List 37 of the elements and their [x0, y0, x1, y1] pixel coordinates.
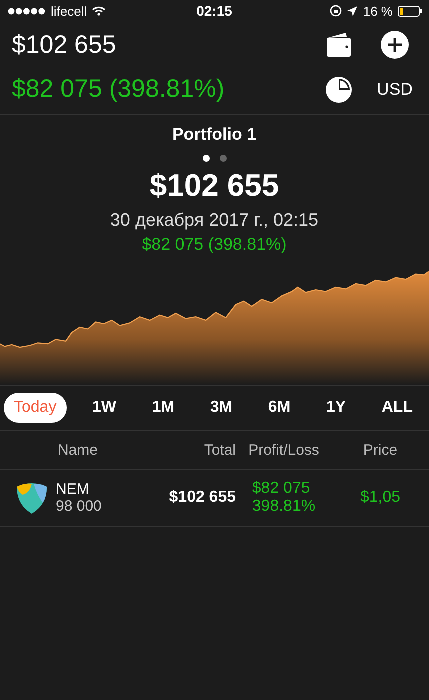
currency-button[interactable]: USD	[377, 80, 413, 100]
profit-amount: $82 075	[252, 480, 312, 498]
carrier-name: lifecell	[51, 4, 88, 18]
wallet-icon[interactable]	[326, 32, 352, 58]
signal-icon	[8, 8, 46, 14]
table-cell: $102 655	[169, 489, 236, 507]
table-cell: $1,05	[360, 489, 401, 507]
battery-icon	[398, 6, 423, 16]
total-value: $102 655	[12, 30, 118, 60]
wifi-icon	[92, 6, 106, 16]
range-tab[interactable]: 1Y	[316, 393, 356, 423]
portfolio-total: $102 655	[150, 168, 280, 204]
portfolio-date: 30 декабря 2017 г., 02:15	[110, 210, 319, 231]
range-tab[interactable]: 1W	[82, 393, 127, 423]
coin-name: NEM	[56, 481, 90, 498]
column-header: Price	[363, 442, 398, 458]
profit-value: $82 075 (398.81%)	[12, 74, 225, 104]
page-dot[interactable]	[202, 155, 210, 162]
pie-chart-icon[interactable]	[325, 76, 353, 104]
coin-icon	[15, 481, 49, 515]
column-header: Total	[204, 442, 236, 458]
column-header: Name	[58, 442, 98, 458]
status-time: 02:15	[196, 3, 232, 19]
location-icon	[347, 6, 358, 16]
battery-percent: 16 %	[363, 4, 393, 18]
range-tab[interactable]: ALL	[372, 393, 423, 423]
portfolio-title: Portfolio 1	[172, 125, 257, 145]
page-dot[interactable]	[220, 155, 226, 162]
profit-percent: 398.81%	[252, 498, 316, 516]
rotation-lock-icon	[330, 5, 342, 17]
add-icon[interactable]	[381, 30, 409, 58]
column-header: Profit/Loss	[248, 442, 320, 458]
range-tab[interactable]: 1M	[142, 393, 185, 423]
range-tab[interactable]: 3M	[200, 393, 243, 423]
range-tab[interactable]: 6M	[258, 393, 301, 423]
portfolio-change: $82 075 (398.81%)	[142, 235, 287, 255]
coin-amount: 98 000	[56, 498, 103, 515]
